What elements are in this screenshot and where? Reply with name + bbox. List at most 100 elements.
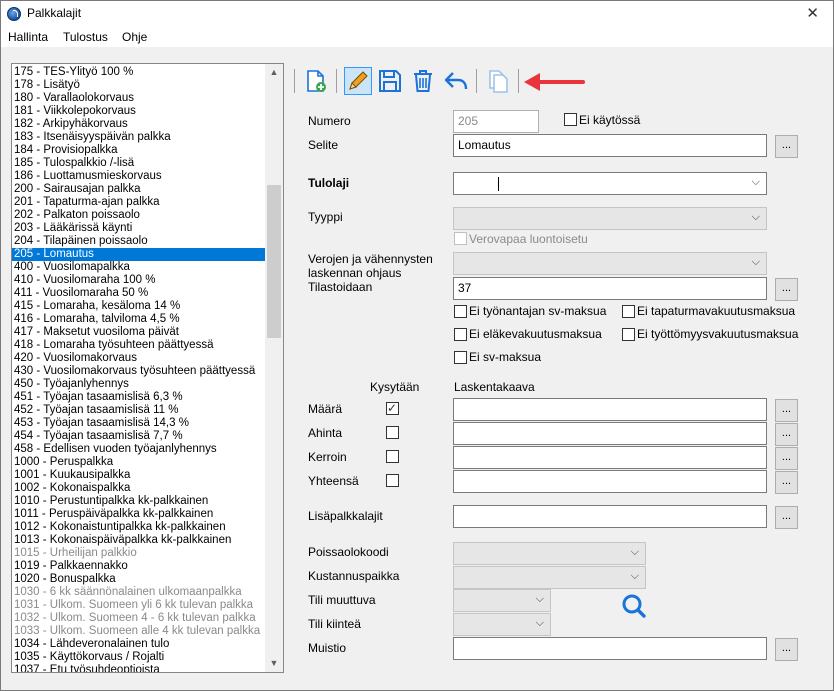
tili-kiintea-select[interactable]: ⌵ [453,613,551,636]
list-scrollbar[interactable]: ▲ ▼ [265,64,283,672]
list-item[interactable]: 1012 - Kokonaistuntipalkka kk-palkkainen [12,521,265,534]
list-item[interactable]: 1032 - Ulkom. Suomeen 4 - 6 kk tulevan p… [12,612,265,625]
lisapalkkalajit-browse-button[interactable]: ... [775,506,798,529]
muistio-field[interactable] [453,637,767,660]
list-item[interactable]: 204 - Tilapäinen poissaolo [12,235,265,248]
yhteensa-browse-button[interactable]: ... [775,471,798,494]
list-item[interactable]: 410 - Vuosilomaraha 100 % [12,274,265,287]
list-item[interactable]: 183 - Itsenäisyyspäivän palkka [12,131,265,144]
tili-muuttuva-select[interactable]: ⌵ [453,589,551,612]
list-item[interactable]: 417 - Maksetut vuosiloma päivät [12,326,265,339]
list-item[interactable]: 1030 - 6 kk säännönalainen ulkomaanpalkk… [12,586,265,599]
list-item[interactable]: 1015 - Urheilijan palkkio [12,547,265,560]
list-item[interactable]: 1037 - Etu työsuhdeoptioista [12,664,265,672]
list-item[interactable]: 453 - Työajan tasaamislisä 14,3 % [12,417,265,430]
ahinta-formula-field[interactable] [453,422,767,445]
kerroin-browse-button[interactable]: ... [775,447,798,470]
list-item[interactable]: 452 - Työajan tasaamislisä 11 % [12,404,265,417]
close-icon[interactable]: ✕ [806,4,819,22]
elake-checkbox[interactable] [454,328,467,341]
toolbar-separator [476,69,477,93]
list-item[interactable]: 1031 - Ulkom. Suomeen yli 6 kk tulevan p… [12,599,265,612]
list-item[interactable]: 180 - Varallaolokorvaus [12,92,265,105]
list-item[interactable]: 181 - Viikkolepokorvaus [12,105,265,118]
kerroin-formula-field[interactable] [453,446,767,469]
kustannuspaikka-select[interactable]: ⌵ [453,566,646,589]
wage-type-list[interactable]: 175 - TES-Ylityö 100 % 178 - Lisätyö 180 -… [11,63,284,673]
list-item[interactable]: 178 - Lisätyö [12,79,265,92]
list-item[interactable]: 175 - TES-Ylityö 100 % [12,66,265,79]
list-item[interactable]: 201 - Tapaturma-ajan palkka [12,196,265,209]
list-item[interactable]: 416 - Lomaraha, talviloma 4,5 % [12,313,265,326]
list-item[interactable]: 1019 - Palkkaennakko [12,560,265,573]
verovapaa-checkbox[interactable] [454,232,467,245]
list-item[interactable]: 184 - Provisiopalkka [12,144,265,157]
list-item[interactable]: 200 - Sairausajan palkka [12,183,265,196]
list-item[interactable]: 420 - Vuosilomakorvaus [12,352,265,365]
tyonantaja-sv-checkbox[interactable] [454,305,467,318]
list-item[interactable]: 1013 - Kokonaispäiväpalkka kk-palkkainen [12,534,265,547]
copy-button[interactable] [484,67,512,95]
menu-hallinta[interactable]: Hallinta [8,30,48,44]
tilastoidaan-browse-button[interactable]: ... [775,278,798,301]
trash-icon [414,70,432,92]
menu-tulostus[interactable]: Tulostus [63,30,108,44]
tulolaji-select[interactable]: ⌵ [453,172,767,195]
verojen-select[interactable]: ⌵ [453,252,767,275]
list-item[interactable]: 1001 - Kuukausipalkka [12,469,265,482]
list-item[interactable]: 1011 - Peruspäiväpalkka kk-palkkainen [12,508,265,521]
list-item[interactable]: 451 - Työajan tasaamislisä 6,3 % [12,391,265,404]
tyyppi-select[interactable]: ⌵ [453,207,767,230]
list-item[interactable]: 411 - Vuosilomaraha 50 % [12,287,265,300]
lisapalkkalajit-label: Lisäpalkkalajit [308,509,383,523]
maara-browse-button[interactable]: ... [775,399,798,422]
list-item[interactable]: 400 - Vuosilomapalkka [12,261,265,274]
maara-formula-field[interactable] [453,398,767,421]
selite-field[interactable]: Lomautus [453,134,767,157]
sv-checkbox[interactable] [454,351,467,364]
tapaturma-checkbox[interactable] [622,305,635,318]
poissaolokoodi-select[interactable]: ⌵ [453,542,646,565]
tyottomyys-checkbox[interactable] [622,328,635,341]
list-item[interactable]: 1033 - Ulkom. Suomeen alle 4 kk tulevan … [12,625,265,638]
list-item[interactable]: 202 - Palkaton poissaolo [12,209,265,222]
list-item[interactable]: 430 - Vuosilomakorvaus työsuhteen päätty… [12,365,265,378]
maara-checkbox[interactable]: ✓ [386,401,399,415]
list-item[interactable]: 1034 - Lähdeveronalainen tulo [12,638,265,651]
list-item[interactable]: 450 - Työajanlyhennys [12,378,265,391]
list-item[interactable]: 182 - Arkipyhäkorvaus [12,118,265,131]
edit-button[interactable] [344,67,372,95]
ei-kaytossa-checkbox[interactable] [564,113,577,126]
list-item[interactable]: 415 - Lomaraha, kesäloma 14 % [12,300,265,313]
new-record-button[interactable] [302,67,330,95]
menu-ohje[interactable]: Ohje [122,30,147,44]
scrollbar-thumb[interactable] [267,185,281,338]
list-item[interactable]: 458 - Edellisen vuoden työajanlyhennys [12,443,265,456]
list-item[interactable]: 205 - Lomautus [12,248,265,261]
list-item[interactable]: 1002 - Kokonaispalkka [12,482,265,495]
selite-browse-button[interactable]: ... [775,135,798,158]
save-button[interactable] [376,67,404,95]
ahinta-checkbox[interactable] [386,426,399,439]
tilastoidaan-field[interactable]: 37 [453,277,767,300]
yhteensa-checkbox[interactable] [386,474,399,487]
scroll-down-icon[interactable]: ▼ [265,655,283,672]
ahinta-browse-button[interactable]: ... [775,423,798,446]
muistio-browse-button[interactable]: ... [775,638,798,661]
yhteensa-formula-field[interactable] [453,470,767,493]
list-item[interactable]: 203 - Lääkärissä käynti [12,222,265,235]
list-item[interactable]: 454 - Työajan tasaamislisä 7,7 % [12,430,265,443]
list-item[interactable]: 1035 - Käyttökorvaus / Rojalti [12,651,265,664]
kerroin-checkbox[interactable] [386,450,399,463]
lisapalkkalajit-field[interactable] [453,505,767,528]
list-item[interactable]: 185 - Tulospalkkio /-lisä [12,157,265,170]
list-item[interactable]: 418 - Lomaraha työsuhteen päättyessä [12,339,265,352]
list-item[interactable]: 186 - Luottamusmieskorvaus [12,170,265,183]
delete-button[interactable] [409,67,437,95]
scroll-up-icon[interactable]: ▲ [265,64,283,81]
search-icon[interactable] [621,593,647,619]
list-item[interactable]: 1020 - Bonuspalkka [12,573,265,586]
undo-button[interactable] [442,67,470,95]
list-item[interactable]: 1010 - Perustuntipalkka kk-palkkainen [12,495,265,508]
list-item[interactable]: 1000 - Peruspalkka [12,456,265,469]
